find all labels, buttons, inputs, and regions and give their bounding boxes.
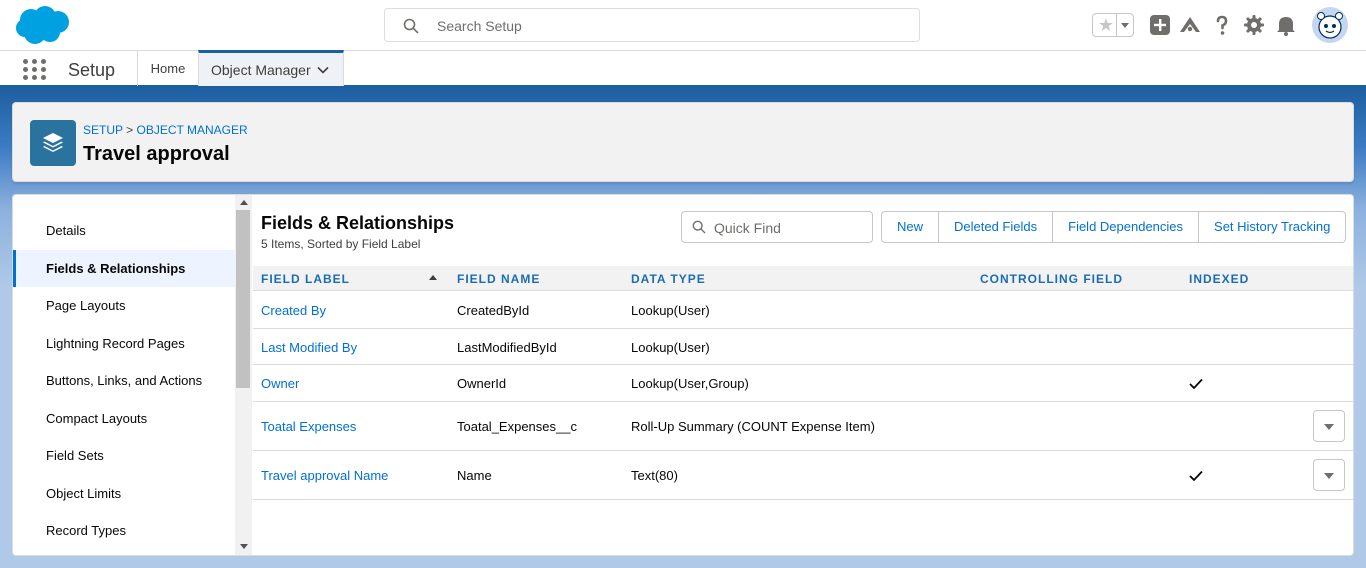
data-type: Lookup(User) [631, 303, 710, 318]
app-launcher-icon[interactable] [23, 59, 47, 81]
object-sidebar-nav: Details Fields & Relationships Page Layo… [13, 195, 235, 555]
column-header-controlling-field[interactable]: CONTROLLING FIELD [980, 272, 1123, 286]
table-row: Toatal Expenses Toatal_Expenses__c Roll-… [253, 402, 1353, 451]
field-name: Toatal_Expenses__c [457, 419, 577, 434]
gear-icon[interactable] [1242, 13, 1266, 37]
field-name: CreatedById [457, 303, 530, 318]
column-header-indexed[interactable]: INDEXED [1189, 272, 1249, 286]
sidebar-item-buttons-links-actions[interactable]: Buttons, Links, and Actions [13, 362, 235, 399]
row-actions-dropdown-button[interactable] [1313, 459, 1345, 491]
breadcrumb-setup-link[interactable]: SETUP [83, 123, 123, 137]
search-icon [403, 18, 419, 34]
sidebar-item-lightning-record-pages[interactable]: Lightning Record Pages [13, 325, 235, 362]
field-label-link[interactable]: Owner [261, 376, 299, 391]
global-actions-icon[interactable] [1148, 13, 1172, 37]
section-subtitle: 5 Items, Sorted by Field Label [261, 237, 421, 251]
field-label-link[interactable]: Toatal Expenses [261, 419, 356, 434]
page-header: SETUP > OBJECT MANAGER Travel approval [12, 102, 1354, 182]
table-row: Owner OwnerId Lookup(User,Group) [253, 365, 1353, 402]
main-panel: Details Fields & Relationships Page Layo… [12, 194, 1354, 556]
user-avatar[interactable] [1312, 7, 1348, 43]
context-bar: Setup Home Object Manager [0, 50, 1366, 88]
column-header-field-name[interactable]: FIELD NAME [457, 272, 540, 286]
set-history-tracking-button[interactable]: Set History Tracking [1199, 211, 1347, 243]
favorites-button[interactable]: ★ [1092, 13, 1134, 37]
search-icon [692, 220, 706, 234]
field-label-link[interactable]: Travel approval Name [261, 468, 388, 483]
table-row: Travel approval Name Name Text(80) [253, 451, 1353, 500]
scroll-up-arrow-icon[interactable] [240, 200, 248, 205]
sidebar-item-field-sets[interactable]: Field Sets [13, 437, 235, 474]
quick-find-placeholder: Quick Find [714, 220, 781, 236]
page-title: Travel approval [83, 143, 230, 165]
sidebar-item-fields-relationships[interactable]: Fields & Relationships [13, 250, 235, 287]
salesforce-logo[interactable] [14, 5, 74, 45]
tab-home[interactable]: Home [138, 51, 198, 86]
breadcrumb-object-manager-link[interactable]: OBJECT MANAGER [137, 123, 248, 137]
help-icon[interactable] [1210, 13, 1234, 37]
column-header-data-type[interactable]: DATA TYPE [631, 272, 706, 286]
field-name: OwnerId [457, 376, 507, 391]
sidebar-item-page-layouts[interactable]: Page Layouts [13, 287, 235, 324]
indexed-checkmark-icon [1189, 470, 1203, 482]
action-button-group: New Deleted Fields Field Dependencies Se… [881, 211, 1347, 243]
tab-object-manager-label: Object Manager [211, 62, 311, 78]
column-header-field-label[interactable]: FIELD LABEL [261, 272, 350, 286]
table-row: Created By CreatedById Lookup(User) [253, 292, 1353, 329]
astro-avatar-icon [1313, 8, 1347, 42]
field-label-link[interactable]: Created By [261, 303, 326, 318]
data-type: Text(80) [631, 468, 678, 483]
indexed-checkmark-icon [1189, 378, 1203, 390]
sidebar-item-object-limits[interactable]: Object Limits [13, 475, 235, 512]
global-search-input[interactable]: Search Setup [384, 8, 920, 42]
table-row: Last Modified By LastModifiedById Lookup… [253, 329, 1353, 365]
favorites-list-button[interactable] [1116, 14, 1133, 36]
field-name: Name [457, 468, 492, 483]
scroll-down-arrow-icon[interactable] [240, 544, 248, 549]
section-title: Fields & Relationships [261, 213, 455, 233]
field-dependencies-button[interactable]: Field Dependencies [1053, 211, 1200, 243]
row-actions-dropdown-button[interactable] [1313, 410, 1345, 442]
global-header: Search Setup ★ [0, 0, 1366, 50]
notifications-bell-icon[interactable] [1274, 13, 1298, 37]
sort-ascending-icon[interactable] [429, 275, 437, 280]
app-name: Setup [68, 60, 116, 80]
scrollbar-thumb[interactable] [236, 210, 250, 388]
search-placeholder: Search Setup [437, 18, 522, 34]
trailhead-icon[interactable] [1178, 13, 1202, 37]
field-label-link[interactable]: Last Modified By [261, 340, 357, 355]
breadcrumb-separator: > [126, 123, 134, 137]
data-type: Lookup(User) [631, 340, 710, 355]
table-header: FIELD LABEL FIELD NAME DATA TYPE CONTROL… [253, 266, 1353, 291]
new-button[interactable]: New [881, 211, 940, 243]
chevron-down-icon[interactable] [317, 64, 329, 76]
sidebar-item-compact-layouts[interactable]: Compact Layouts [13, 400, 235, 437]
sidebar-item-record-types[interactable]: Record Types [13, 512, 235, 549]
star-icon: ★ [1097, 15, 1115, 35]
quick-find-input[interactable]: Quick Find [681, 211, 873, 243]
fields-relationships-content: Fields & Relationships 5 Items, Sorted b… [253, 195, 1353, 555]
deleted-fields-button[interactable]: Deleted Fields [939, 211, 1054, 243]
data-type: Lookup(User,Group) [631, 376, 749, 391]
data-type: Roll-Up Summary (COUNT Expense Item) [631, 419, 875, 434]
object-layers-icon [30, 120, 76, 166]
sidebar-item-details[interactable]: Details [13, 212, 235, 249]
sidebar-scrollbar[interactable] [235, 195, 252, 555]
field-name: LastModifiedById [457, 340, 557, 355]
tab-object-manager[interactable]: Object Manager [198, 50, 344, 86]
breadcrumb: SETUP > OBJECT MANAGER [83, 123, 248, 137]
